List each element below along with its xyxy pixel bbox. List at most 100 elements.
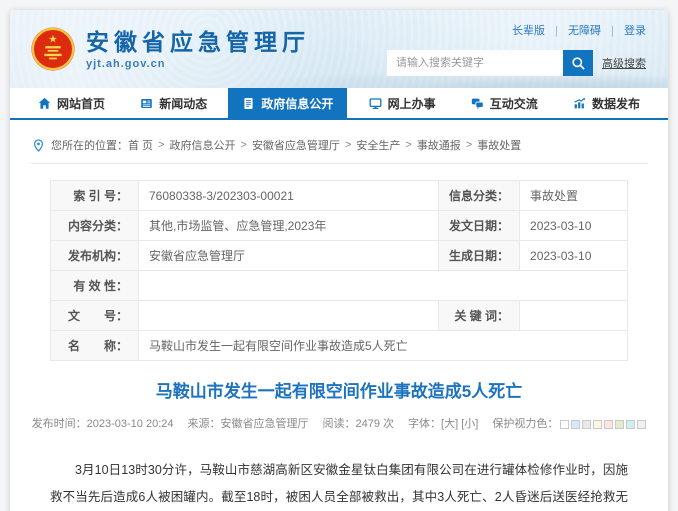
table-row: 内容分类： 其他,市场监管、应急管理,2023年 发文日期： 2023-03-1… — [50, 210, 628, 241]
publish-time-label: 发布时间： — [31, 418, 87, 430]
search-bar: 高级搜索 — [387, 50, 646, 76]
breadcrumb-item-accident-handling[interactable]: 事故处置 — [477, 137, 521, 153]
breadcrumb-item-accident-report[interactable]: 事故通报 — [417, 137, 461, 153]
views-unit: 次 — [383, 418, 395, 430]
breadcrumb-separator: > — [240, 139, 247, 151]
index-number-label: 索 引 号： — [50, 180, 139, 211]
doc-number-label: 文 号： — [50, 300, 139, 331]
accessibility-link[interactable]: 无障碍 — [568, 25, 601, 37]
link-separator: | — [611, 25, 614, 37]
validity-value — [138, 270, 628, 301]
create-date-label: 生成日期： — [437, 240, 521, 271]
content-class-label: 内容分类： — [50, 210, 139, 241]
home-icon — [38, 97, 51, 110]
article-body: 3月10日13时30分许，马鞍山市慈湖高新区安徽金星钛白集团有限公司在进行罐体检… — [50, 457, 628, 511]
nav-item-news[interactable]: 新闻动态 — [126, 88, 221, 118]
nav-item-data-release[interactable]: 数据发布 — [559, 88, 654, 118]
site-header: ★ 安徽省应急管理厅 yjt.ah.gov.cn 长辈版 | 无障碍 | 登录 — [10, 10, 668, 88]
site-brand[interactable]: ★ 安徽省应急管理厅 yjt.ah.gov.cn — [10, 10, 310, 88]
nav-item-label: 新闻动态 — [159, 96, 208, 111]
breadcrumb: 您所在的位置： 首 页 > 政府信息公开 > 安徽省应急管理厅 > 安全生产 >… — [30, 126, 648, 164]
source-label: 来源： — [187, 418, 221, 430]
nav-item-home[interactable]: 网站首页 — [24, 88, 119, 118]
nav-item-label: 数据发布 — [591, 96, 640, 111]
brand-text: 安徽省应急管理厅 yjt.ah.gov.cn — [86, 29, 310, 70]
font-larger-button[interactable]: [大] — [441, 418, 458, 430]
doc-title-label: 名 称： — [50, 330, 139, 361]
keywords-label: 关 键 词： — [437, 300, 521, 331]
breadcrumb-separator: > — [405, 139, 412, 151]
nav-item-online-services[interactable]: 网上办事 — [355, 88, 450, 118]
chart-icon — [573, 97, 586, 110]
table-row: 名 称： 马鞍山市发生一起有限空间作业事故造成5人死亡 — [50, 330, 628, 361]
svg-text:★: ★ — [48, 33, 58, 45]
doc-title-value: 马鞍山市发生一起有限空间作业事故造成5人死亡 — [138, 330, 628, 361]
breadcrumb-separator: > — [158, 139, 165, 151]
eye-color-swatch[interactable] — [637, 419, 647, 429]
nav-item-interaction[interactable]: 互动交流 — [457, 88, 552, 118]
view-count: 阅读：2479 次 — [323, 415, 395, 431]
site-url: yjt.ah.gov.cn — [86, 57, 166, 70]
advanced-search-link[interactable]: 高级搜索 — [602, 55, 646, 71]
nav-item-label: 互动交流 — [489, 96, 538, 111]
publisher-value: 安徽省应急管理厅 — [138, 240, 439, 271]
keywords-value — [519, 300, 628, 331]
location-pin-icon — [32, 138, 45, 152]
breadcrumb-item-home[interactable]: 首 页 — [128, 137, 153, 153]
article-paragraph: 3月10日13时30分许，马鞍山市慈湖高新区安徽金星钛白集团有限公司在进行罐体检… — [50, 463, 628, 504]
eye-color-swatch[interactable] — [582, 419, 592, 429]
page-card: ★ 安徽省应急管理厅 yjt.ah.gov.cn 长辈版 | 无障碍 | 登录 — [10, 10, 668, 511]
views-label: 阅读： — [322, 418, 356, 430]
font-size-label: 字体： — [408, 418, 442, 430]
source-value: 安徽省应急管理厅 — [220, 418, 309, 430]
nav-item-label: 网站首页 — [57, 96, 106, 111]
eye-color-swatch[interactable] — [593, 419, 603, 429]
eye-color-swatch[interactable] — [604, 419, 614, 429]
breadcrumb-prefix: 您所在的位置： — [51, 140, 128, 152]
publisher-label: 发布机构： — [50, 240, 139, 271]
national-emblem-logo: ★ — [31, 27, 75, 71]
document-icon — [242, 97, 255, 110]
eye-color-swatch[interactable] — [615, 419, 625, 429]
site-title: 安徽省应急管理厅 — [86, 28, 310, 55]
content-area: 索 引 号： 76080338-3/202303-00021 信息分类： 事故处… — [10, 180, 668, 511]
eye-color-swatch[interactable] — [560, 419, 570, 429]
content-class-value: 其他,市场监管、应急管理,2023年 — [138, 210, 439, 241]
document-meta-table: 索 引 号： 76080338-3/202303-00021 信息分类： 事故处… — [50, 180, 628, 361]
publish-time-value: 2023-03-10 20:24 — [86, 418, 174, 430]
font-smaller-button[interactable]: [小] — [461, 418, 478, 430]
breadcrumb-item-gov-info[interactable]: 政府信息公开 — [170, 137, 236, 153]
top-utility-links: 长辈版 | 无障碍 | 登录 — [512, 22, 646, 38]
eye-protect-colors: 保护视力色： — [492, 415, 647, 431]
nav-item-label: 网上办事 — [387, 96, 436, 111]
breadcrumb-item-work-safety[interactable]: 安全生产 — [356, 137, 400, 153]
index-number-value: 76080338-3/202303-00021 — [138, 180, 439, 211]
nav-item-gov-info-active[interactable]: 政府信息公开 — [228, 88, 348, 118]
article-meta-row: 发布时间：2023-03-10 20:24 来源：安徽省应急管理厅 阅读：247… — [32, 415, 647, 431]
table-row: 文 号： 关 键 词： — [50, 300, 628, 331]
publish-time: 发布时间：2023-03-10 20:24 — [32, 415, 174, 431]
elder-version-link[interactable]: 长辈版 — [512, 25, 545, 37]
source: 来源：安徽省应急管理厅 — [188, 415, 309, 431]
eye-color-swatches — [560, 419, 647, 429]
info-class-value: 事故处置 — [519, 180, 628, 211]
chat-icon — [471, 97, 484, 110]
main-nav: 网站首页 新闻动态 政府信息公开 网上办事 互动交流 数据发布 — [10, 88, 668, 120]
issue-date-value: 2023-03-10 — [519, 210, 628, 241]
breadcrumb-item-department[interactable]: 安徽省应急管理厅 — [252, 137, 340, 153]
font-size-controls: 字体：[大] [小] — [408, 415, 478, 431]
eye-color-swatch[interactable] — [626, 419, 636, 429]
table-row: 有 效 性： — [50, 270, 628, 301]
news-icon — [140, 97, 153, 110]
search-button[interactable] — [563, 50, 593, 76]
eye-color-swatch[interactable] — [571, 419, 581, 429]
search-input[interactable] — [387, 50, 563, 76]
breadcrumb-separator: > — [465, 139, 473, 151]
views-value: 2479 — [355, 418, 380, 430]
monitor-icon — [369, 97, 382, 110]
login-link[interactable]: 登录 — [624, 25, 646, 37]
table-row: 索 引 号： 76080338-3/202303-00021 信息分类： 事故处… — [50, 180, 628, 211]
issue-date-label: 发文日期： — [437, 210, 521, 241]
nav-item-label: 政府信息公开 — [261, 96, 334, 111]
doc-number-value — [138, 300, 439, 331]
